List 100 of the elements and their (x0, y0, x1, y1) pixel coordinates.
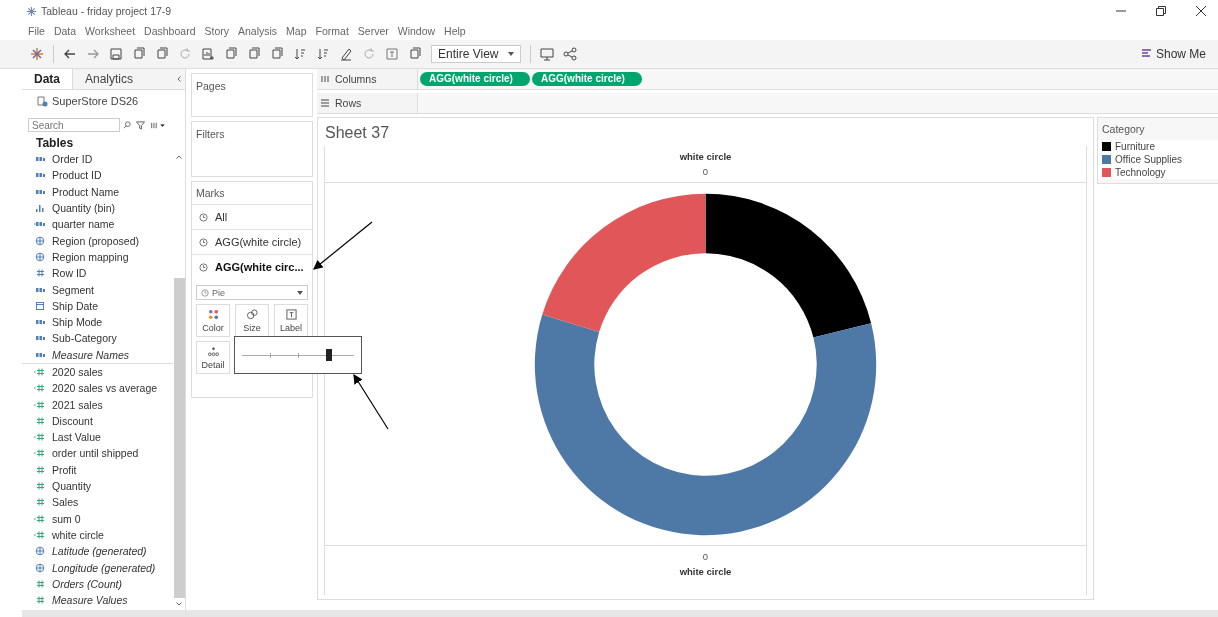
tableau-logo-icon[interactable] (30, 47, 44, 61)
field-item[interactable]: Region (proposed) (22, 232, 173, 249)
menu-item[interactable]: Story (204, 25, 229, 37)
clock-icon (199, 237, 208, 247)
datasource-name[interactable]: SuperStore DS26 (52, 95, 139, 107)
text-icon[interactable] (385, 47, 399, 61)
scrollbar-thumb[interactable] (173, 278, 185, 598)
scroll-down-icon[interactable] (176, 602, 182, 606)
annotation-arrow (313, 221, 373, 270)
field-item[interactable]: sum 0 (22, 510, 173, 527)
view-options-icon[interactable] (150, 120, 166, 130)
field-item[interactable]: Sub-Category (22, 330, 173, 347)
field-item[interactable]: Ship Date (22, 297, 173, 314)
field-type-icon (34, 529, 46, 540)
collapse-icon[interactable] (177, 76, 181, 82)
marks-card-tab[interactable]: All (192, 204, 312, 229)
field-item[interactable]: Latitude (generated) (22, 543, 173, 560)
save-icon[interactable] (109, 47, 123, 61)
pane-tab[interactable]: Analytics (72, 69, 173, 89)
size-slider[interactable] (242, 348, 354, 362)
field-item[interactable]: 2020 sales vs average (22, 380, 173, 397)
field-item[interactable]: Row ID (22, 265, 173, 282)
marks-button[interactable]: Size (235, 304, 269, 337)
new-sheet-icon[interactable] (201, 47, 215, 61)
menu-item[interactable]: Window (397, 25, 436, 37)
field-item[interactable]: Profit (22, 461, 173, 478)
field-type-icon (34, 448, 46, 459)
detail-icon (206, 345, 220, 357)
field-type-icon (34, 432, 46, 443)
marks-button[interactable]: Detail (196, 341, 230, 374)
filter-icon[interactable] (136, 120, 145, 130)
close-icon[interactable] (1196, 6, 1206, 16)
marks-button[interactable]: Label (274, 304, 308, 337)
menu-item[interactable]: Worksheet (85, 25, 136, 37)
forward-arrow-icon[interactable] (86, 47, 100, 61)
field-item[interactable]: Ship Mode (22, 313, 173, 331)
show-me-button[interactable]: Show Me (1135, 46, 1218, 62)
field-item[interactable]: Measure Names (22, 346, 173, 364)
sort-descending-icon[interactable] (316, 47, 330, 61)
field-item[interactable]: white circle (22, 526, 173, 544)
axis-title: white circle (679, 151, 732, 162)
menu-item[interactable]: Data (53, 25, 77, 37)
field-item[interactable]: 2020 sales (22, 363, 173, 381)
rows-icon (321, 99, 329, 107)
presentation-icon[interactable] (540, 47, 555, 61)
columns-icon (321, 75, 329, 83)
menu-item[interactable]: File (28, 25, 45, 37)
search-icon[interactable] (123, 121, 131, 129)
card-title: Pages (196, 80, 226, 92)
highlight-icon[interactable] (339, 47, 353, 61)
menu-item[interactable]: Help (444, 25, 466, 37)
field-item[interactable]: order until shipped (22, 445, 173, 462)
scroll-up-icon[interactable] (176, 155, 182, 159)
marks-card-tab[interactable]: AGG(white circ... (192, 254, 312, 279)
field-item[interactable]: Product ID (22, 167, 173, 184)
clock-icon (199, 212, 208, 222)
field-item[interactable]: Product Name (22, 183, 173, 200)
field-item[interactable]: Orders (Count) (22, 575, 173, 592)
menu-item[interactable]: Dashboard (144, 25, 196, 37)
circles-icon (245, 308, 259, 320)
field-type-icon (34, 546, 46, 557)
datasource-icon (36, 95, 48, 107)
field-item[interactable]: Quantity (22, 477, 173, 495)
field-item[interactable]: Discount (22, 412, 173, 430)
menu-item[interactable]: Server (357, 25, 389, 37)
field-item[interactable]: 2021 sales (22, 396, 173, 413)
field-item[interactable]: Measure Values (22, 592, 173, 609)
field-item[interactable]: Region mapping (22, 248, 173, 266)
card-title: Marks (195, 186, 226, 201)
field-item[interactable]: Last Value (22, 429, 173, 446)
field-type-icon (34, 562, 46, 573)
mark-type-dropdown[interactable]: Pie (196, 285, 308, 300)
field-type-icon (34, 203, 46, 214)
slider-thumb[interactable] (326, 349, 333, 361)
restore-icon[interactable] (1156, 6, 1166, 16)
menu-item[interactable]: Map (286, 25, 307, 37)
field-item[interactable]: Segment (22, 281, 173, 298)
search-field[interactable]: Search (28, 118, 120, 132)
field-item[interactable]: Quantity (bin) (22, 199, 173, 217)
section-heading: Tables (35, 135, 75, 151)
field-type-icon (34, 399, 46, 410)
sheet-title: Sheet 37 (324, 123, 391, 143)
back-arrow-icon[interactable] (63, 47, 77, 61)
menu-item[interactable]: Format (315, 25, 349, 37)
marks-button[interactable]: Color (196, 304, 230, 337)
field-item[interactable]: Longitude (generated) (22, 559, 173, 576)
fit-dropdown[interactable]: Entire View (431, 45, 522, 63)
shelf-label: Columns (335, 73, 377, 85)
text-icon (284, 308, 298, 320)
share-icon[interactable] (563, 47, 578, 61)
axis-value: 0 (702, 166, 709, 177)
annotation-arrow (353, 374, 389, 430)
menu-item[interactable]: Analysis (238, 25, 278, 37)
sort-ascending-icon[interactable] (293, 47, 307, 61)
field-type-icon (34, 251, 46, 262)
field-item[interactable]: Order ID (22, 151, 173, 168)
window-title: Tableau - friday project 17-9 (41, 5, 172, 17)
field-item[interactable]: quarter name (22, 216, 173, 233)
marks-card-tab[interactable]: AGG(white circle) (192, 229, 312, 254)
field-item[interactable]: Sales (22, 494, 173, 511)
